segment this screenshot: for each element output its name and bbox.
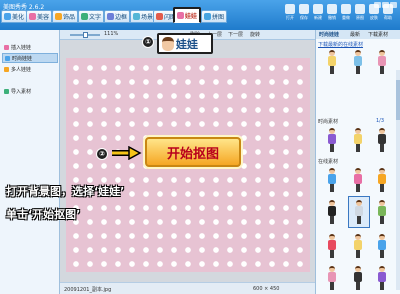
doll-thumbnail[interactable] (376, 128, 388, 152)
tab-download[interactable]: 下载素材 (368, 31, 388, 38)
doll-thumbnail[interactable] (352, 168, 364, 192)
start-matting-button[interactable]: 开始抠图 (145, 137, 241, 167)
collage-icon (204, 13, 211, 20)
doll-icon (4, 44, 9, 50)
flash-icon (156, 13, 163, 20)
doll-thumbnail[interactable] (352, 128, 364, 152)
tab-latest[interactable]: 最新 (350, 31, 360, 38)
open-button[interactable]: 打开 (283, 4, 297, 26)
tab-flash[interactable]: 闪图 (153, 10, 175, 23)
doll-button-label: 娃娃 (176, 37, 198, 51)
doll-icon (5, 55, 10, 61)
text-icon (81, 13, 88, 20)
app-window: 美图秀秀 2.6.2 美化 美容 饰品 文字 边框 场景 闪图 娃娃 拼图 打开… (0, 0, 400, 294)
material-tabs: 时尚娃娃 最新 下载素材 (316, 30, 400, 39)
menu-insert-doll[interactable]: 插入娃娃 (2, 42, 58, 52)
beauty-icon (29, 13, 36, 20)
instruction-line-1: 打开背景图，选择‘娃娃’ (6, 185, 125, 198)
doll-thumbnail[interactable] (326, 128, 338, 152)
undo-button[interactable]: 撤销 (325, 4, 339, 26)
section-online-label: 在线素材 (318, 159, 339, 165)
doll-thumbnail[interactable] (352, 266, 364, 290)
tab-label: 场景 (141, 14, 154, 21)
tab-label: 边框 (115, 14, 128, 21)
download-latest-link[interactable]: 下载最新的在线素材 (318, 41, 363, 48)
doll-thumbnail[interactable] (353, 200, 365, 224)
skin-button[interactable]: 皮肤 (367, 4, 381, 26)
zoom-value: 111% (104, 31, 119, 37)
doll-thumbnail[interactable] (326, 266, 338, 290)
doll-thumbnail[interactable] (326, 200, 338, 224)
status-filename: 20091201_副本.jpg (64, 287, 112, 293)
step-2-marker: ② (96, 148, 108, 160)
tab-accessory[interactable]: 饰品 (52, 10, 79, 23)
frame-icon (107, 13, 114, 20)
doll-thumbnail[interactable] (352, 50, 364, 74)
arrow-right-icon (112, 146, 142, 160)
tab-text[interactable]: 文字 (78, 10, 105, 23)
undo-icon (327, 4, 337, 14)
skin-icon (369, 4, 379, 14)
right-panel: 时尚娃娃 最新 下载素材 下载最新的在线素材 时尚素材 1/3 在线素材 (315, 30, 400, 294)
section-fashion-label: 时尚素材 (318, 119, 339, 125)
new-icon (313, 4, 323, 14)
instruction-line-2: 单击‘开始抠图’ (6, 208, 81, 221)
status-image-size: 600 × 450 (253, 286, 280, 292)
material-scrollbar[interactable] (396, 70, 400, 290)
tab-label: 饰品 (63, 14, 76, 21)
help-icon (383, 4, 393, 14)
menu-fashion-doll[interactable]: 时尚娃娃 (2, 53, 58, 63)
import-icon (4, 88, 9, 94)
rotate-button[interactable]: 旋转 (250, 31, 260, 38)
start-matting-label: 开始抠图 (166, 146, 219, 162)
tab-beautify[interactable]: 美化 (1, 10, 28, 23)
menu-multi-doll[interactable]: 多人娃娃 (2, 64, 58, 74)
tab-beauty[interactable]: 美容 (26, 10, 53, 23)
doll-thumbnail[interactable] (376, 50, 388, 74)
doll-thumbnail[interactable] (326, 234, 338, 258)
accessory-icon (55, 13, 62, 20)
status-bar: 20091201_副本.jpg 600 × 450 (60, 282, 315, 294)
doll-thumbnail[interactable] (326, 168, 338, 192)
tab-fashion-material[interactable]: 时尚娃娃 (319, 31, 339, 38)
next-layer-button[interactable]: 下一层 (228, 31, 243, 38)
scrollbar-thumb[interactable] (396, 80, 400, 120)
doll-thumbnail[interactable] (352, 234, 364, 258)
doll-thumbnail[interactable] (326, 50, 338, 74)
new-button[interactable]: 新建 (311, 4, 325, 26)
doll-icon (177, 12, 184, 19)
scene-icon (133, 13, 140, 20)
doll-thumbnail[interactable] (376, 200, 388, 224)
redo-icon (341, 4, 351, 14)
tab-collage[interactable]: 拼图 (201, 10, 228, 23)
original-button[interactable]: 原图 (353, 4, 367, 26)
doll-thumbnail[interactable] (376, 168, 388, 192)
doll-thumbnail[interactable] (376, 234, 388, 258)
tab-label: 娃娃 (185, 13, 198, 20)
zoom-slider-handle[interactable] (83, 32, 88, 38)
help-button[interactable]: 帮助 (381, 4, 395, 26)
tab-label: 拼图 (212, 14, 225, 21)
tab-label: 美化 (12, 14, 25, 21)
left-panel: 插入娃娃 时尚娃娃 多人娃娃 导入素材 (0, 30, 60, 294)
title-bar: 美图秀秀 2.6.2 美化 美容 饰品 文字 边框 场景 闪图 娃娃 拼图 打开… (0, 0, 400, 30)
tab-label: 美容 (37, 14, 50, 21)
save-icon (299, 4, 309, 14)
doll-face-icon (162, 36, 174, 51)
step-1-marker: ① (142, 36, 154, 48)
doll-thumbnail[interactable] (376, 266, 388, 290)
page-indicator[interactable]: 1/3 (376, 118, 384, 124)
tab-doll[interactable]: 娃娃 (173, 7, 202, 23)
beautify-icon (4, 13, 11, 20)
tab-frame[interactable]: 边框 (104, 10, 131, 23)
redo-button[interactable]: 重做 (339, 4, 353, 26)
original-icon (355, 4, 365, 14)
doll-button-callout[interactable]: 娃娃 (157, 33, 213, 54)
doll-icon (4, 66, 9, 72)
menu-import-material[interactable]: 导入素材 (2, 86, 58, 96)
folder-icon (285, 4, 295, 14)
save-button[interactable]: 保存 (297, 4, 311, 26)
tab-label: 文字 (89, 14, 102, 21)
